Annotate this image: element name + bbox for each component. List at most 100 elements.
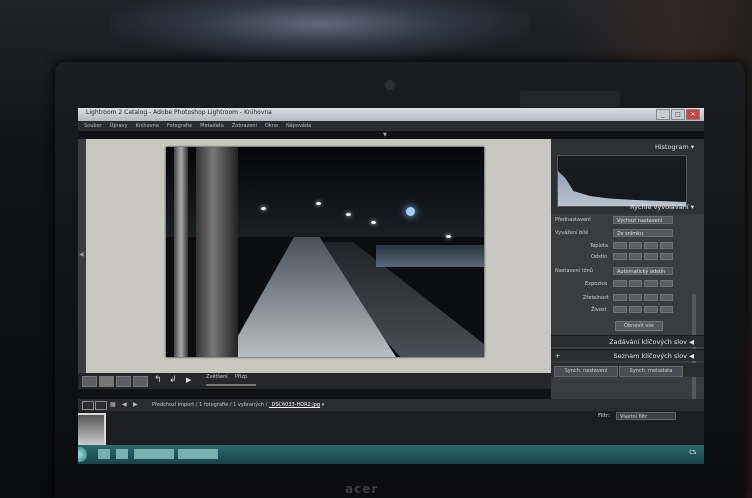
grid-view-icon[interactable] [82, 376, 97, 387]
menu-item-upravy[interactable]: Úpravy [110, 121, 128, 131]
triangle-down-icon[interactable]: ▼ [383, 132, 387, 138]
loupe-view-icon[interactable] [99, 376, 114, 387]
filmstrip-bar: ▦ ◀ ▶ Předchozí import / 1 fotografie / … [78, 399, 704, 411]
secondary-window-icon[interactable] [95, 401, 107, 410]
photo-lamp [316, 202, 321, 205]
triangle-left-icon[interactable]: ◀ [79, 251, 84, 258]
main-photo[interactable] [166, 147, 484, 357]
primary-window-icon[interactable] [82, 401, 94, 410]
auto-tone-button[interactable]: Automatický odstín [613, 267, 673, 275]
tint-stepper[interactable] [613, 253, 673, 260]
background-monitor-glow [110, 0, 530, 60]
sync-metadata-button[interactable]: Synch. metadata [619, 366, 683, 377]
tint-row: Odstín [555, 253, 685, 262]
webcam-icon [385, 80, 395, 90]
system-tray[interactable]: CS [689, 450, 696, 456]
rotate-left-icon[interactable]: ↰ [154, 375, 162, 385]
toolbar-bottom-strip [78, 389, 551, 399]
sync-settings-button[interactable]: Synch. nastavení [554, 366, 618, 377]
bezel-sticker [520, 91, 620, 107]
laptop-brand-logo: acer [345, 482, 379, 496]
histogram-title: Histogram [654, 143, 689, 151]
preset-select[interactable]: Výchozí nastavení [613, 216, 673, 224]
tone-row: Nastavení tónů Automatický odstín [555, 267, 685, 276]
histogram-header[interactable]: Histogram ▾ [551, 141, 704, 153]
clarity-label: Zřetelnost [583, 295, 609, 301]
maximize-button[interactable]: □ [671, 109, 685, 120]
white-balance-row: Vyvážení bílé Ze snímku [555, 229, 685, 238]
quick-develop-title: Rychlé vyvolávání [630, 203, 689, 211]
taskbar-app-icon[interactable] [116, 449, 128, 459]
clarity-row: Zřetelnost [555, 294, 685, 303]
vibrance-stepper[interactable] [613, 306, 673, 313]
fit-label: Přizp. [235, 374, 249, 380]
preset-label: Přednastavení [555, 217, 591, 223]
back-arrow-icon[interactable]: ◀ [122, 401, 127, 408]
view-toolbar: ↰ ↲ ▶ Zvětšení Přizp. [78, 373, 551, 389]
close-button[interactable]: ✕ [686, 109, 700, 120]
histogram [557, 155, 687, 207]
histogram-curve [558, 171, 686, 206]
filter-select[interactable]: Vlastní filtr [616, 412, 676, 420]
photo-blue-light [406, 207, 415, 216]
white-balance-select[interactable]: Ze snímku [613, 229, 673, 237]
grid-icon[interactable]: ▦ [110, 401, 116, 408]
vibrance-label: Živost [591, 307, 607, 313]
photo-pillar-left [174, 147, 188, 357]
exposure-label: Expozice [585, 281, 608, 287]
menu-item-metadata[interactable]: Metadata [200, 121, 224, 131]
photo-pillar [196, 147, 238, 357]
keywording-header[interactable]: Zadávání klíčových slov ◀ [551, 335, 704, 347]
taskbar-app-icon[interactable] [98, 449, 110, 459]
minimize-button[interactable]: _ [656, 109, 670, 120]
compare-view-icon[interactable] [116, 376, 131, 387]
window-title-bar: Lightroom 2 Catalog - Adobe Photoshop Li… [78, 108, 704, 121]
current-filename[interactable]: _DSC6033-HDR2.jpg [269, 402, 320, 408]
menu-bar: Soubor Úpravy Knihovna Fotografie Metada… [78, 121, 704, 131]
window-controls: _ □ ✕ [656, 109, 700, 120]
exposure-row: Expozice [555, 280, 685, 289]
taskbar-app-button[interactable] [134, 449, 174, 459]
path-prefix: Předchozí import / 1 fotografie / 1 vybr… [152, 402, 268, 408]
menu-item-okno[interactable]: Okno [265, 121, 278, 131]
photo-lamp [261, 207, 266, 210]
photo-lamp [446, 235, 451, 238]
menu-item-napoveda[interactable]: Nápověda [286, 121, 311, 131]
laptop-screen: Lightroom 2 Catalog - Adobe Photoshop Li… [78, 108, 704, 464]
filmstrip-path[interactable]: Předchozí import / 1 fotografie / 1 vybr… [152, 402, 324, 408]
vibrance-row: Živost [555, 306, 685, 315]
left-panel-toggle[interactable]: ◀ [78, 139, 86, 373]
right-panel: Histogram ▾ Rychlé vyvolávání ▾ Přednast… [551, 139, 704, 424]
tint-label: Odstín [591, 254, 608, 260]
clarity-stepper[interactable] [613, 294, 673, 301]
keyword-list-title: Seznam klíčových slov [613, 352, 687, 360]
play-icon[interactable]: ▶ [186, 376, 191, 384]
reset-all-button[interactable]: Obnovit vše [615, 321, 663, 331]
top-panel-toggle-strip[interactable]: ▼ [78, 131, 704, 139]
white-balance-label: Vyvážení bílé [555, 230, 589, 236]
taskbar-app-button[interactable] [178, 449, 218, 459]
temperature-stepper[interactable] [613, 242, 673, 249]
photo-lamp [346, 213, 351, 216]
forward-arrow-icon[interactable]: ▶ [133, 401, 138, 408]
survey-view-icon[interactable] [133, 376, 148, 387]
exposure-stepper[interactable] [613, 280, 673, 287]
loupe-view [86, 139, 551, 373]
photo-train [376, 245, 484, 267]
add-keyword-button[interactable]: + [555, 350, 560, 362]
rotate-right-icon[interactable]: ↲ [169, 375, 177, 385]
keywording-title: Zadávání klíčových slov [609, 338, 687, 346]
start-button-icon[interactable] [78, 447, 87, 462]
zoom-slider[interactable] [206, 384, 256, 386]
filter-label: Filtr: [598, 413, 610, 419]
window-title: Lightroom 2 Catalog - Adobe Photoshop Li… [86, 109, 272, 116]
filmstrip-thumbnail[interactable] [78, 413, 106, 447]
quick-develop-header[interactable]: Rychlé vyvolávání ▾ [551, 201, 704, 213]
menu-item-fotografie[interactable]: Fotografie [167, 121, 192, 131]
menu-item-knihovna[interactable]: Knihovna [136, 121, 159, 131]
menu-item-zobrazeni[interactable]: Zobrazení [232, 121, 257, 131]
preset-row: Přednastavení Výchozí nastavení [555, 216, 685, 225]
keyword-list-header[interactable]: + Seznam klíčových slov ◀ [551, 349, 704, 361]
menu-item-soubor[interactable]: Soubor [84, 121, 102, 131]
photo-lamp [371, 221, 376, 224]
